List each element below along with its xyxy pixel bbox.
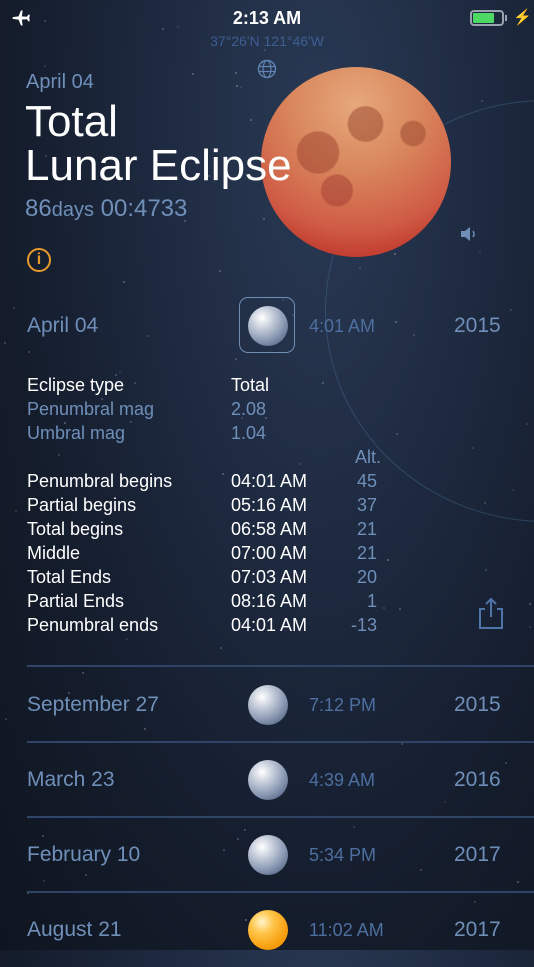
star (221, 472, 224, 475)
event-time: 5:34 PM (309, 845, 377, 865)
moon-icon (248, 306, 288, 346)
divider (27, 665, 534, 667)
countdown: 86days 00:4733 (25, 195, 187, 223)
event-row[interactable]: March 23 4:39 AM 2016 (0, 743, 534, 817)
event-row[interactable]: September 27 7:12 PM 2015 (0, 668, 534, 742)
phase-label: Penumbral ends (27, 615, 159, 635)
share-icon[interactable] (478, 596, 504, 630)
star (191, 73, 194, 76)
event-date: April 04 (27, 314, 99, 337)
phase-label: Total begins (27, 519, 124, 539)
star (15, 509, 18, 512)
alt-header: Alt. (354, 447, 381, 467)
phase-altitude: -13 (350, 615, 377, 635)
event-year: 2015 (454, 693, 501, 716)
sun-icon (248, 910, 288, 950)
phase-altitude: 21 (356, 519, 377, 539)
detail-label: Penumbral mag (27, 399, 155, 419)
detail-label: Umbral mag (27, 423, 126, 443)
star (219, 270, 222, 273)
star (122, 281, 125, 284)
battery-icon (470, 10, 504, 26)
phase-altitude: 21 (356, 543, 377, 563)
event-row[interactable]: February 10 5:34 PM 2017 (0, 818, 534, 892)
phase-altitude: 1 (366, 591, 377, 611)
star (133, 381, 136, 384)
page-title: Total Lunar Eclipse (25, 100, 292, 188)
event-year: 2016 (454, 768, 501, 791)
star (263, 49, 266, 52)
phase-label: Total Ends (27, 567, 112, 587)
moon-icon (248, 685, 288, 725)
star (125, 638, 128, 641)
star (240, 85, 243, 88)
star (382, 607, 385, 610)
event-time: 11:02 AM (309, 920, 384, 940)
phase-time: 04:01 AM (231, 471, 308, 491)
phase-time: 04:01 AM (231, 615, 308, 635)
phase-time: 08:16 AM (231, 591, 308, 611)
star (528, 625, 531, 628)
event-date: February 10 (27, 843, 141, 866)
detail-label: Eclipse type (27, 375, 125, 395)
battery-level (473, 13, 494, 23)
star (44, 64, 47, 67)
phase-label: Partial Ends (27, 591, 125, 611)
phase-label: Partial begins (27, 495, 137, 515)
phase-label: Penumbral begins (27, 471, 173, 491)
star (235, 71, 238, 74)
title-line-1: Total (25, 97, 118, 146)
detail-value: 2.08 (231, 399, 267, 419)
phase-label: Middle (27, 543, 81, 563)
phase-time: 07:03 AM (231, 567, 308, 587)
globe-icon[interactable] (257, 59, 277, 79)
countdown-time: 00:4733 (93, 195, 188, 222)
moon-icon (248, 760, 288, 800)
star (235, 84, 238, 87)
star (399, 608, 402, 611)
star (220, 646, 223, 649)
event-time: 7:12 PM (309, 695, 377, 715)
status-time: 2:13 AM (232, 8, 302, 28)
title-line-2: Lunar Eclipse (25, 141, 292, 190)
event-date: March 23 (27, 768, 115, 791)
info-icon[interactable]: i (27, 248, 51, 272)
detail-value: Total (231, 375, 270, 395)
status-bar: 2:13 AM ⚡ (0, 0, 534, 36)
event-year: 2017 (454, 918, 501, 941)
star (58, 454, 61, 457)
star (299, 462, 302, 465)
event-year: 2017 (454, 843, 501, 866)
header-date: April 04 (26, 71, 94, 93)
star (119, 370, 122, 373)
countdown-days-unit: days (51, 199, 94, 221)
phase-time: 05:16 AM (231, 495, 308, 515)
star (262, 218, 265, 221)
star (386, 558, 389, 561)
star (321, 381, 324, 384)
phase-altitude: 20 (356, 567, 377, 587)
location-coordinates: 37°26'N 121°46'W (210, 33, 324, 49)
event-row[interactable]: August 21 11:02 AM 2017 (0, 893, 534, 967)
star (480, 99, 483, 102)
star (528, 603, 531, 606)
event-date: September 27 (27, 693, 159, 716)
phase-altitude: 45 (356, 471, 377, 491)
event-time: 4:39 AM (309, 770, 376, 790)
event-date: August 21 (27, 918, 122, 941)
battery-tip (505, 15, 507, 21)
phase-time: 07:00 AM (231, 543, 308, 563)
phase-altitude: 37 (356, 495, 377, 515)
countdown-days: 86 (25, 195, 52, 222)
detail-value: 1.04 (231, 423, 267, 443)
moon-icon (248, 835, 288, 875)
phase-time: 06:58 AM (231, 519, 308, 539)
star (130, 421, 133, 424)
lightning-icon: ⚡ (513, 9, 532, 26)
star (484, 569, 487, 572)
